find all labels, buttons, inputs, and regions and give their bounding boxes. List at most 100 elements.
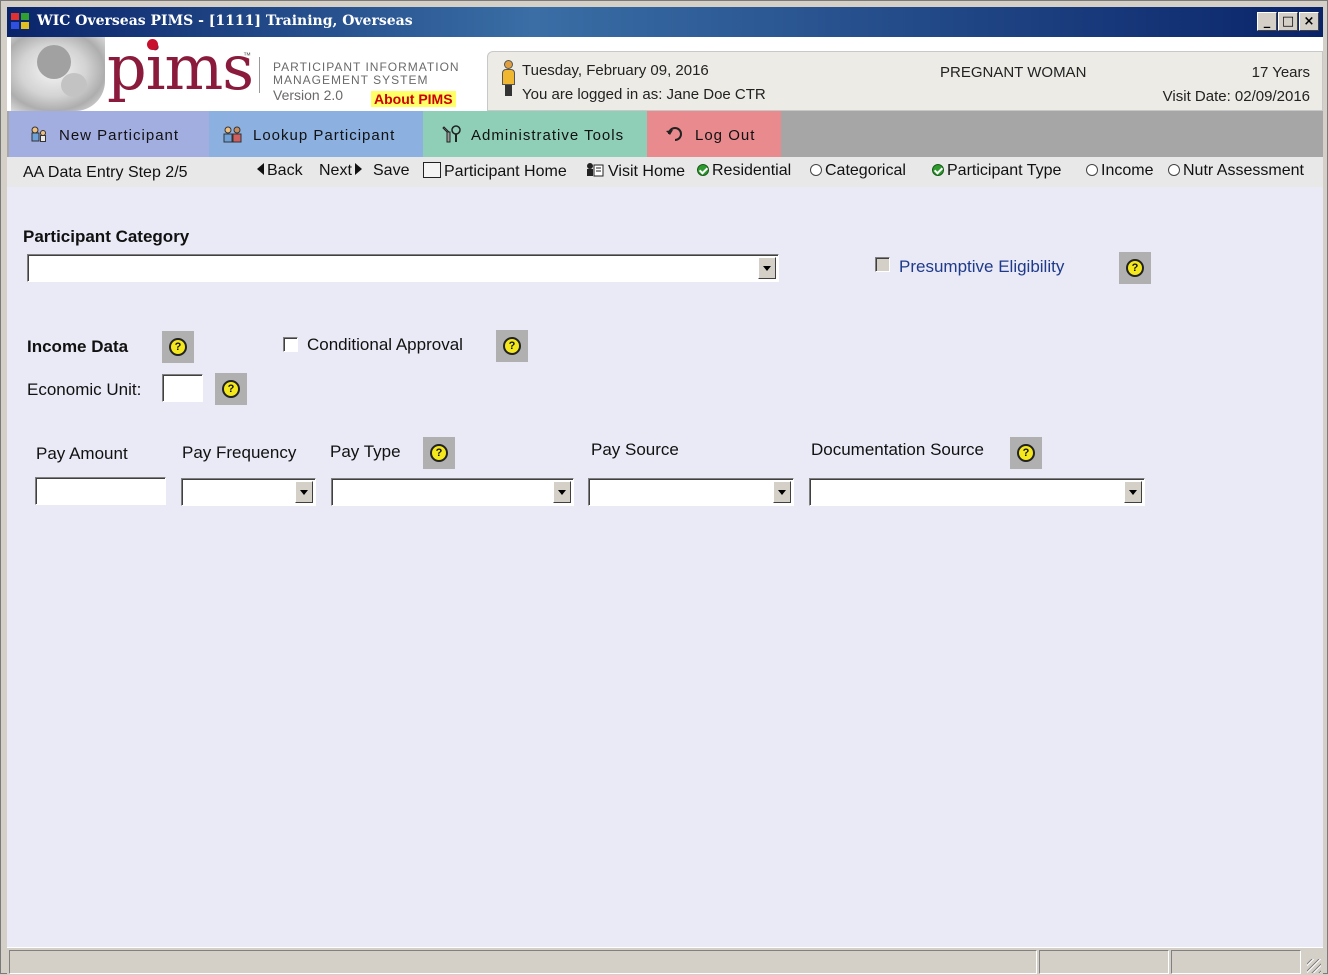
pay-type-help-button[interactable]: ?: [423, 437, 455, 469]
income-form: Participant Category Presumptive Eligibi…: [7, 187, 1323, 947]
economic-unit-label: Economic Unit:: [27, 380, 142, 399]
help-icon: ?: [169, 338, 187, 356]
header: pims ™ PARTICIPANT INFORMATION MANAGEMEN…: [7, 31, 1323, 111]
participant-info-panel: Tuesday, February 09, 2016 You are logge…: [487, 51, 1323, 111]
mother-baby-photo: [11, 37, 105, 111]
maximize-button[interactable]: □: [1278, 12, 1298, 31]
step-participant-type-label: Participant Type: [947, 162, 1062, 179]
pay-type-label: Pay Type: [330, 442, 401, 461]
step-navigation-bar: AA Data Entry Step 2/5 Back Next Save Pa…: [7, 157, 1323, 187]
tab-log-out[interactable]: Log Out: [647, 111, 781, 157]
status-bar: [7, 947, 1323, 975]
pay-type-dropdown[interactable]: [331, 478, 574, 506]
income-data-help-button[interactable]: ?: [162, 331, 194, 363]
back-button[interactable]: Back: [257, 162, 303, 180]
next-arrow-icon: [354, 163, 362, 175]
pay-source-dropdown[interactable]: [588, 478, 794, 506]
admin-tools-icon: [441, 125, 461, 143]
visit-home-label: Visit Home: [608, 163, 686, 180]
step-pending-icon: [1168, 164, 1180, 176]
documentation-source-label: Documentation Source: [811, 440, 984, 459]
minimize-button[interactable]: _: [1257, 12, 1277, 31]
status-panel-main: [9, 950, 1037, 974]
status-panel-2: [1039, 950, 1169, 974]
save-button[interactable]: Save: [373, 162, 409, 180]
help-icon: ?: [1017, 444, 1035, 462]
pay-frequency-dropdown[interactable]: [181, 478, 316, 506]
step-done-icon: [932, 164, 944, 176]
visit-date: Visit Date: 02/09/2016: [1162, 88, 1310, 105]
presumptive-eligibility-checkbox[interactable]: [875, 257, 890, 272]
resize-grip-icon[interactable]: [1307, 959, 1321, 973]
pay-source-label: Pay Source: [591, 440, 679, 459]
main-tab-bar: New Participant Lookup Participant Admin…: [7, 111, 1323, 157]
help-icon: ?: [1126, 259, 1144, 277]
help-icon: ?: [430, 444, 448, 462]
presumptive-eligibility-label: Presumptive Eligibility: [899, 257, 1065, 276]
participant-age: 17 Years: [1251, 64, 1310, 81]
chevron-down-icon[interactable]: [758, 257, 776, 279]
visit-home-icon: [585, 162, 605, 178]
step-residential-label: Residential: [712, 162, 792, 179]
participant-home-icon: [423, 162, 441, 178]
visit-home-button[interactable]: Visit Home: [585, 162, 685, 181]
step-residential[interactable]: Residential: [697, 162, 791, 180]
participant-home-label: Participant Home: [444, 163, 567, 180]
chevron-down-icon[interactable]: [295, 481, 313, 503]
step-participant-type[interactable]: Participant Type: [932, 162, 1061, 180]
economic-unit-help-button[interactable]: ?: [215, 373, 247, 405]
participant-home-button[interactable]: Participant Home: [423, 162, 567, 181]
current-date: Tuesday, February 09, 2016: [522, 62, 709, 79]
participant-category-dropdown[interactable]: [27, 254, 779, 282]
step-categorical[interactable]: Categorical: [810, 162, 906, 180]
logout-icon: [665, 125, 685, 143]
step-nutr-assessment[interactable]: Nutr Assessment: [1168, 162, 1304, 180]
help-icon: ?: [503, 337, 521, 355]
back-arrow-icon: [257, 163, 264, 175]
conditional-approval-checkbox[interactable]: [283, 337, 298, 352]
participant-category-label: Participant Category: [23, 227, 190, 246]
app-icon: [11, 13, 31, 31]
conditional-approval-label: Conditional Approval: [307, 335, 463, 354]
step-pending-icon: [1086, 164, 1098, 176]
step-done-icon: [697, 164, 709, 176]
documentation-source-help-button[interactable]: ?: [1010, 437, 1042, 469]
presumptive-eligibility-help-button[interactable]: ?: [1119, 252, 1151, 284]
tab-lookup-participant[interactable]: Lookup Participant: [209, 111, 423, 157]
next-label: Next: [319, 162, 352, 179]
chevron-down-icon[interactable]: [1124, 481, 1142, 503]
logo-divider: [259, 57, 260, 93]
system-name: PARTICIPANT INFORMATION MANAGEMENT SYSTE…: [273, 61, 460, 87]
pay-amount-input[interactable]: [35, 477, 166, 505]
tab-new-participant-label: New Participant: [59, 127, 180, 144]
help-icon: ?: [222, 380, 240, 398]
tab-administrative-tools-label: Administrative Tools: [471, 127, 625, 144]
participant-category-display: PREGNANT WOMAN: [940, 64, 1087, 81]
tab-administrative-tools[interactable]: Administrative Tools: [423, 111, 647, 157]
tab-new-participant[interactable]: New Participant: [9, 111, 209, 157]
step-indicator: AA Data Entry Step 2/5: [23, 164, 188, 181]
conditional-approval-help-button[interactable]: ?: [496, 330, 528, 362]
pay-amount-label: Pay Amount: [36, 444, 128, 463]
status-panel-3: [1171, 950, 1301, 974]
step-income[interactable]: Income: [1086, 162, 1153, 180]
step-pending-icon: [810, 164, 822, 176]
user-icon: [502, 60, 515, 96]
next-button[interactable]: Next: [319, 162, 362, 180]
about-pims-link[interactable]: About PIMS: [371, 91, 456, 107]
step-nutr-assessment-label: Nutr Assessment: [1183, 162, 1304, 179]
step-categorical-label: Categorical: [825, 162, 906, 179]
window-title: WIC Overseas PIMS - [1111] Training, Ove…: [37, 13, 413, 29]
documentation-source-dropdown[interactable]: [809, 478, 1145, 506]
tab-lookup-participant-label: Lookup Participant: [253, 127, 396, 144]
pims-logo: pims: [107, 31, 254, 104]
chevron-down-icon[interactable]: [553, 481, 571, 503]
application-window: WIC Overseas PIMS - [1111] Training, Ove…: [0, 0, 1328, 975]
tab-log-out-label: Log Out: [695, 127, 756, 144]
chevron-down-icon[interactable]: [773, 481, 791, 503]
economic-unit-input[interactable]: [162, 374, 203, 402]
close-button[interactable]: ×: [1299, 12, 1319, 31]
back-label: Back: [267, 162, 303, 179]
pay-frequency-label: Pay Frequency: [182, 443, 297, 462]
lookup-participant-icon: [223, 125, 243, 143]
